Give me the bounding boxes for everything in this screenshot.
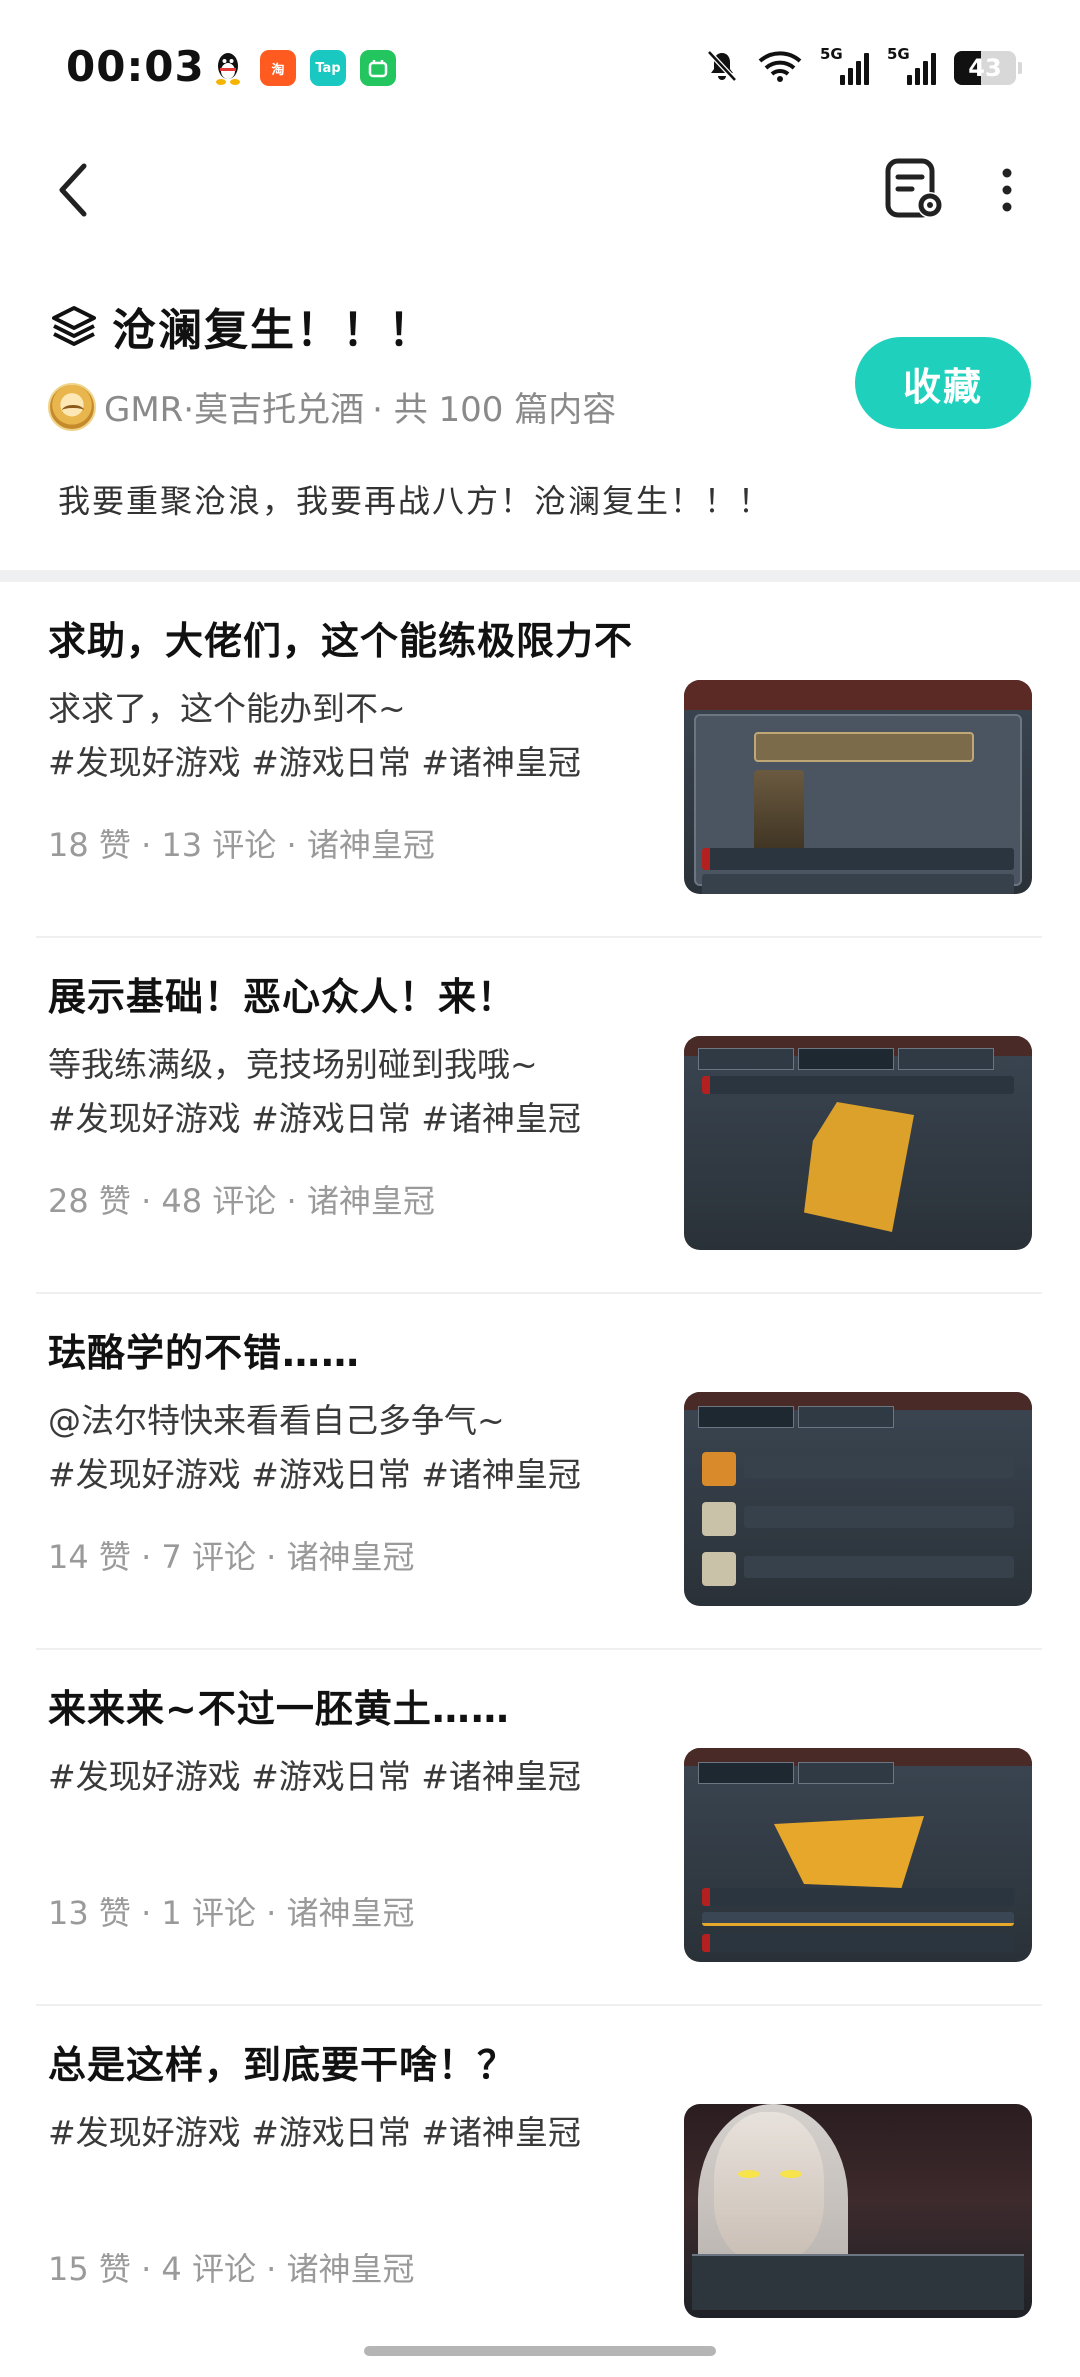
post-meta: 18 赞 · 13 评论 · 诸神皇冠 <box>48 826 435 864</box>
status-time: 00:03 <box>66 42 205 91</box>
post-title[interactable]: 珐酪学的不错…… <box>48 1322 360 1377</box>
signal-5g-icon-1: 5G <box>820 45 869 85</box>
home-indicator[interactable] <box>364 2346 716 2356</box>
post-tags[interactable]: #发现好游戏 #游戏日常 #诸神皇冠 <box>48 1750 668 1804</box>
post-thumbnail[interactable] <box>684 680 1032 894</box>
post-item[interactable]: 求助，大佬们，这个能练极限力不 求求了，这个能办到不~ #发现好游戏 #游戏日常… <box>0 582 1080 938</box>
post-title[interactable]: 来来来~不过一胚黄土…… <box>48 1678 510 1733</box>
post-body: #发现好游戏 #游戏日常 #诸神皇冠 <box>48 2106 668 2160</box>
system-icons: 5G 5G 43 <box>704 45 1022 88</box>
more-vertical-icon <box>1002 168 1012 212</box>
post-title[interactable]: 展示基础！恶心众人！来！ <box>48 966 516 1021</box>
post-title[interactable]: 求助，大佬们，这个能练极限力不 <box>48 610 633 665</box>
wifi-icon <box>758 49 802 87</box>
post-meta: 28 赞 · 48 评论 · 诸神皇冠 <box>48 1182 435 1220</box>
post-thumbnail[interactable] <box>684 1036 1032 1250</box>
collection-description: 我要重聚沧浪，我要再战八方！沧澜复生！！！ <box>58 482 773 520</box>
signal-5g-icon-2: 5G <box>887 45 936 85</box>
note-settings-button[interactable] <box>878 150 952 230</box>
post-thumbnail[interactable] <box>684 1748 1032 1962</box>
post-body: @法尔特快来看看自己多争气~ #发现好游戏 #游戏日常 #诸神皇冠 <box>48 1394 668 1502</box>
collection-title-row: 沧澜复生！！！ <box>50 294 434 358</box>
collection-title: 沧澜复生！！！ <box>112 305 434 356</box>
post-thumbnail[interactable] <box>684 1392 1032 1606</box>
post-tags[interactable]: #发现好游戏 #游戏日常 #诸神皇冠 <box>48 1448 668 1502</box>
qq-icon <box>210 50 246 86</box>
post-item[interactable]: 珐酪学的不错…… @法尔特快来看看自己多争气~ #发现好游戏 #游戏日常 #诸神… <box>0 1294 1080 1650</box>
post-text-line: 等我练满级，竞技场别碰到我哦~ <box>48 1045 538 1084</box>
post-text-line: 求求了，这个能办到不~ <box>48 689 406 728</box>
battery-icon: 43 <box>954 51 1016 85</box>
status-bar: 00:03 淘 Tap 5G 5G 43 <box>0 0 1080 140</box>
taptap-icon: Tap <box>310 50 346 86</box>
collect-button[interactable]: 收藏 <box>855 337 1031 429</box>
post-meta: 13 赞 · 1 评论 · 诸神皇冠 <box>48 1894 415 1932</box>
author-name[interactable]: GMR·莫吉托兑酒 <box>104 382 364 431</box>
post-meta: 14 赞 · 7 评论 · 诸神皇冠 <box>48 1538 415 1576</box>
chevron-left-icon <box>59 163 87 217</box>
post-tags[interactable]: #发现好游戏 #游戏日常 #诸神皇冠 <box>48 1092 668 1146</box>
content-count: · 共 100 篇内容 <box>372 390 617 430</box>
layers-icon <box>52 306 96 346</box>
mute-icon <box>704 48 740 88</box>
post-item[interactable]: 来来来~不过一胚黄土…… #发现好游戏 #游戏日常 #诸神皇冠 13 赞 · 1… <box>0 1650 1080 2006</box>
post-thumbnail[interactable] <box>684 2104 1032 2318</box>
back-button[interactable] <box>44 150 104 230</box>
section-divider <box>0 570 1080 582</box>
battery-level: 43 <box>968 54 1002 82</box>
post-body: #发现好游戏 #游戏日常 #诸神皇冠 <box>48 1750 668 1804</box>
post-body: 求求了，这个能办到不~ #发现好游戏 #游戏日常 #诸神皇冠 <box>48 682 668 790</box>
post-item[interactable]: 总是这样，到底要干啥！？ #发现好游戏 #游戏日常 #诸神皇冠 15 赞 · 4… <box>0 2006 1080 2362</box>
post-meta: 15 赞 · 4 评论 · 诸神皇冠 <box>48 2250 415 2288</box>
post-item[interactable]: 展示基础！恶心众人！来！ 等我练满级，竞技场别碰到我哦~ #发现好游戏 #游戏日… <box>0 938 1080 1294</box>
notification-icons: 淘 Tap <box>210 50 396 86</box>
post-tags[interactable]: #发现好游戏 #游戏日常 #诸神皇冠 <box>48 2106 668 2160</box>
avatar[interactable] <box>48 382 96 431</box>
post-tags[interactable]: #发现好游戏 #游戏日常 #诸神皇冠 <box>48 736 668 790</box>
post-text-line: @法尔特快来看看自己多争气~ <box>48 1401 505 1440</box>
post-title[interactable]: 总是这样，到底要干啥！？ <box>48 2034 516 2089</box>
more-button[interactable] <box>982 150 1032 230</box>
taobao-icon: 淘 <box>260 50 296 86</box>
green-app-icon <box>360 50 396 86</box>
post-body: 等我练满级，竞技场别碰到我哦~ #发现好游戏 #游戏日常 #诸神皇冠 <box>48 1038 668 1146</box>
note-settings-icon <box>885 158 943 218</box>
author-row[interactable]: GMR·莫吉托兑酒 · 共 100 篇内容 <box>48 382 616 431</box>
